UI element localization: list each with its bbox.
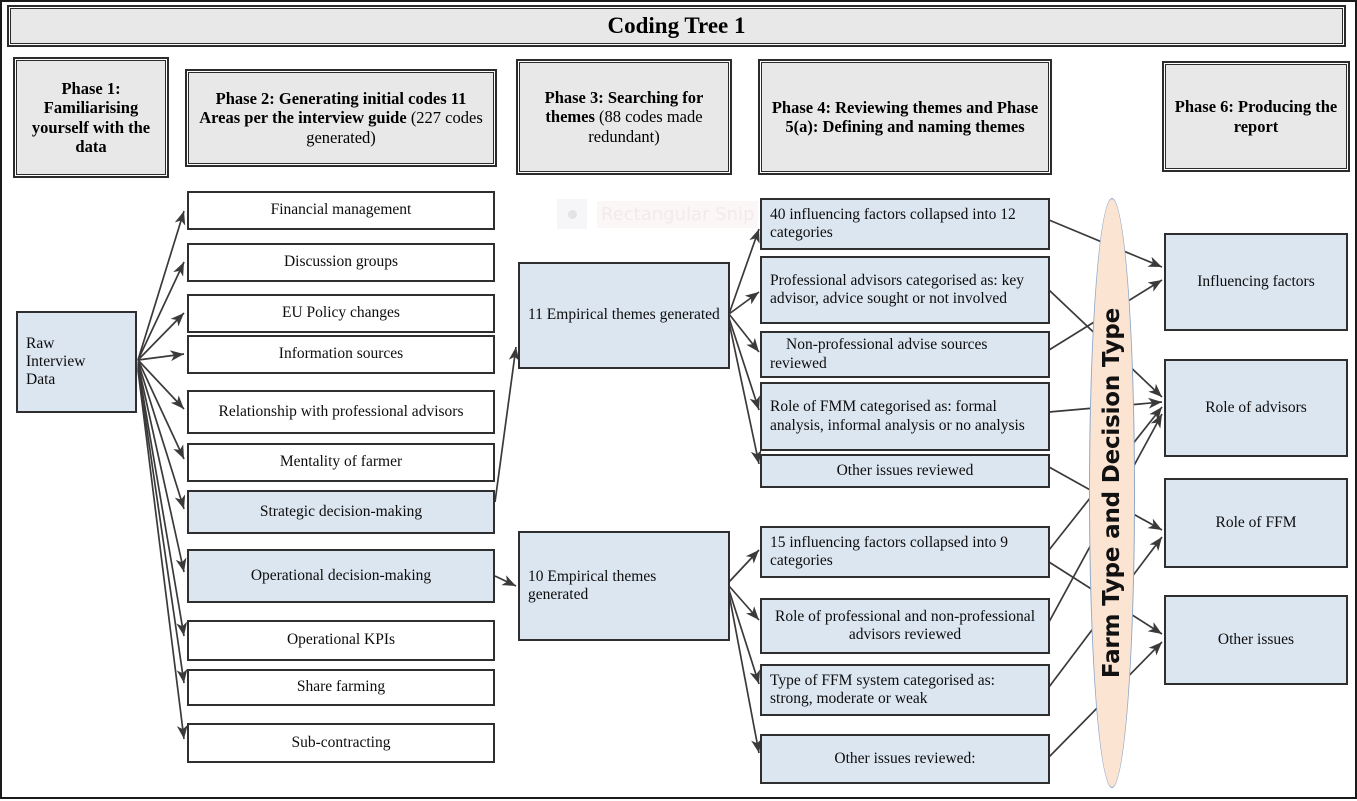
theme-group-label: 10 Empirical themes generated: [528, 567, 657, 603]
phase4-line1: Phase 4: Reviewing themes: [771, 97, 963, 117]
reviewed-theme-label: Professional advisors categorised as: ke…: [770, 271, 1024, 307]
interview-area-box: EU Policy changes: [186, 293, 496, 334]
reviewed-theme-box: 40 influencing factors collapsed into 12…: [759, 197, 1051, 251]
output-theme-label: Other issues: [1217, 630, 1295, 648]
interview-area-label: Operational KPIs: [286, 631, 396, 649]
reviewed-theme-box: Role of professional and non-professiona…: [759, 597, 1051, 655]
reviewed-theme-label: 15 influencing factors collapsed into 9 …: [770, 533, 1009, 569]
rectangular-snip-watermark: Rectangular Snip: [557, 199, 759, 229]
raw-data-line1: Raw: [26, 334, 55, 352]
output-theme-box: Role of FFM: [1163, 477, 1349, 569]
interview-area-box: Operational KPIs: [186, 619, 496, 662]
reviewed-theme-box: Role of FMM categorised as: formal analy…: [759, 381, 1051, 452]
interview-area-box-strategic: Strategic decision-making: [186, 489, 496, 535]
reviewed-theme-label: Other issues reviewed:: [834, 749, 976, 767]
theme-group-box-10: 10 Empirical themes generated: [517, 530, 731, 642]
phase4-line4: naming themes: [917, 117, 1025, 136]
page-title: Coding Tree 1: [7, 5, 1346, 47]
phase-header-3: Phase 3: Searching for themes (88 codes …: [516, 59, 732, 175]
reviewed-theme-label: Non-professional advise sources reviewed: [770, 336, 988, 372]
output-theme-label: Role of advisors: [1205, 398, 1307, 416]
phase-header-2: Phase 2: Generating initial codes 11 Are…: [185, 69, 497, 167]
phase6-line2: Producing the: [1238, 97, 1338, 117]
phase2-line1: Phase 2: Generating initial codes: [215, 88, 447, 108]
interview-area-box: Mentality of farmer: [186, 442, 496, 483]
interview-area-box: Discussion groups: [186, 242, 496, 283]
raw-data-line2: Interview: [26, 352, 86, 370]
output-theme-box: Influencing factors: [1163, 232, 1349, 332]
interview-area-label: Financial management: [270, 201, 412, 219]
theme-group-label: 11 Empirical themes generated: [528, 306, 720, 324]
theme-group-box-11: 11 Empirical themes generated: [517, 261, 731, 370]
ellipse-label: Farm Type and Decision Type: [1099, 307, 1126, 679]
phase6-line1: Phase 6:: [1174, 97, 1234, 117]
interview-area-box: Financial management: [186, 190, 496, 231]
reviewed-theme-label: Role of professional and non-professiona…: [775, 607, 1035, 643]
interview-area-label: Information sources: [278, 345, 404, 363]
reviewed-theme-label: Type of FFM system categorised as: stron…: [770, 671, 995, 707]
farm-type-decision-type-ellipse: Farm Type and Decision Type: [1089, 198, 1135, 788]
interview-area-label: Strategic decision-making: [259, 502, 423, 520]
phase-header-4: Phase 4: Reviewing themes and Phase 5(a)…: [758, 59, 1052, 175]
phase6-line3: report: [1233, 116, 1279, 136]
interview-area-label: EU Policy changes: [282, 304, 400, 322]
reviewed-theme-box: Non-professional advise sources reviewed: [759, 330, 1051, 379]
reviewed-theme-box: Type of FFM system categorised as: stron…: [759, 663, 1051, 717]
reviewed-theme-box: Other issues reviewed:: [759, 733, 1051, 785]
interview-area-box: Sub-contracting: [186, 722, 496, 764]
phase1-line2: Familiarising: [43, 98, 139, 118]
interview-area-label: Share farming: [296, 678, 386, 696]
coding-tree-diagram: Coding Tree 1 Phase 1: Familiarising you…: [0, 0, 1357, 799]
raw-interview-data-node: Raw Interview Data: [15, 310, 138, 414]
interview-area-box: Information sources: [186, 334, 496, 375]
interview-area-label: Operational decision-making: [250, 566, 432, 584]
interview-area-box: Relationship with professional advisors: [186, 389, 496, 435]
output-theme-box: Other issues: [1163, 594, 1349, 686]
output-theme-label: Influencing factors: [1197, 272, 1315, 290]
rectangular-snip-label: Rectangular Snip: [597, 200, 759, 228]
phase3-line3: (88 codes made: [599, 107, 703, 127]
reviewed-theme-box: Other issues reviewed: [759, 453, 1051, 489]
phase3-line1: Phase 3:: [544, 87, 604, 107]
phase3-line4: redundant): [588, 126, 660, 146]
phase1-line1: Phase 1:: [61, 78, 121, 98]
raw-data-line3: Data: [26, 371, 56, 389]
phase4-line2: and: [966, 97, 993, 117]
output-theme-box: Role of advisors: [1163, 358, 1349, 458]
snip-dot-icon: [557, 199, 587, 229]
reviewed-theme-box: 15 influencing factors collapsed into 9 …: [759, 525, 1051, 579]
interview-area-label: Sub-contracting: [291, 733, 391, 751]
interview-area-label: Mentality of farmer: [279, 453, 403, 471]
output-theme-label: Role of FFM: [1215, 513, 1297, 531]
reviewed-theme-label: 40 influencing factors collapsed into 12…: [770, 205, 1016, 241]
phase-header-6: Phase 6: Producing the report: [1162, 61, 1350, 172]
page-title-text: Coding Tree 1: [607, 13, 746, 39]
reviewed-theme-label: Role of FMM categorised as: formal analy…: [770, 398, 1025, 434]
phase-header-1: Phase 1: Familiarising yourself with the…: [13, 57, 169, 178]
reviewed-theme-box: Professional advisors categorised as: ke…: [759, 255, 1051, 325]
interview-area-box: Share farming: [186, 668, 496, 707]
reviewed-theme-label: Other issues reviewed: [836, 461, 974, 479]
phase1-line4: data: [75, 136, 107, 156]
interview-area-box-operational: Operational decision-making: [186, 548, 496, 604]
interview-area-label: Relationship with professional advisors: [218, 402, 464, 420]
interview-area-label: Discussion groups: [283, 253, 399, 271]
phase1-line3: yourself with the: [31, 117, 151, 137]
